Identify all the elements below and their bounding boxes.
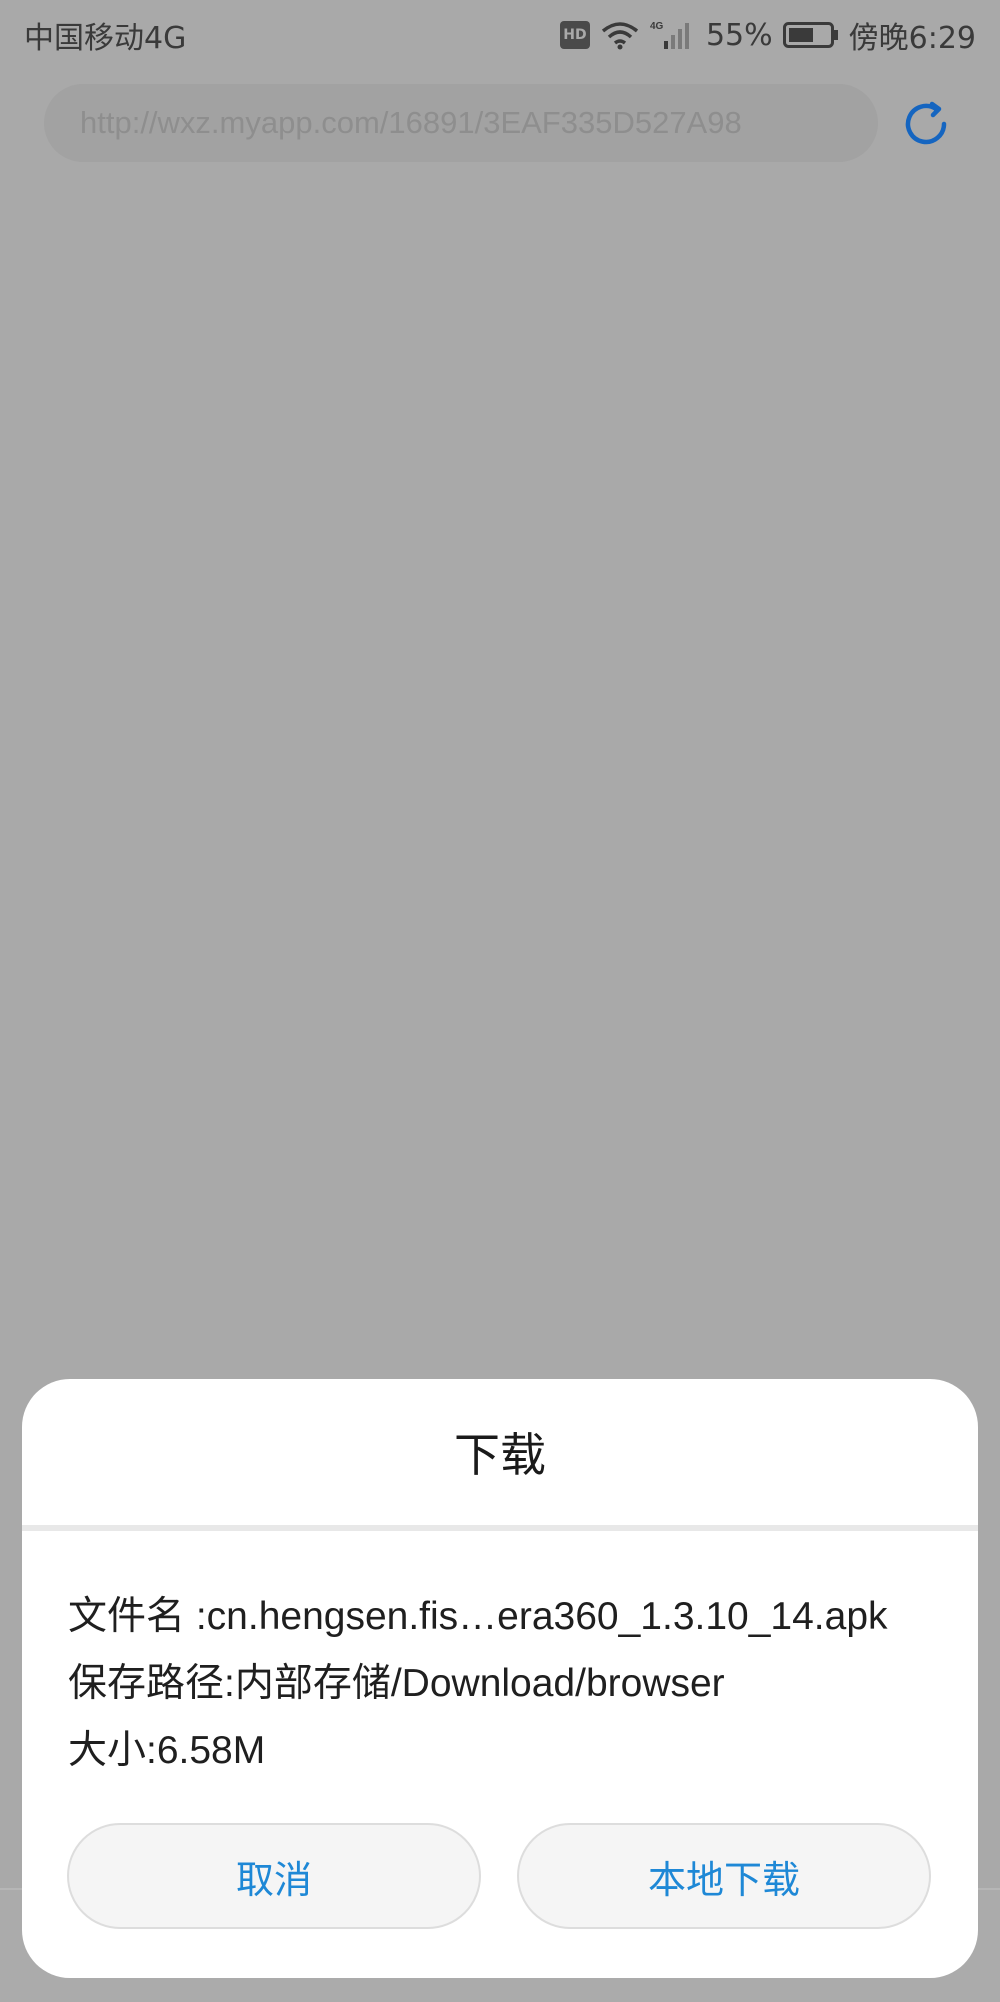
save-path-label[interactable]: 保存路径:内部存储/Download/browser — [68, 1652, 725, 1708]
refresh-icon[interactable] — [898, 96, 954, 152]
clock: 傍晚6:29 — [848, 21, 976, 56]
url-text: http://wxz.myapp.com/16891/3EAF335D527A9… — [80, 105, 742, 140]
dialog-divider — [22, 1525, 978, 1531]
network-type-label: 4G — [650, 21, 664, 32]
hd-icon: HD — [559, 21, 590, 49]
dialog-title: 下载 — [454, 1428, 546, 1482]
download-dialog: 下载 文件名 :cn.hengsen.fis…era360_1.3.10_14.… — [22, 1379, 978, 1978]
status-bar: 中国移动4G HD 4G 55% 傍晚6:29 — [0, 0, 1000, 70]
file-size-label: 大小:6.58M — [68, 1729, 266, 1772]
battery-percent: 55% — [705, 17, 773, 53]
status-indicators: HD 4G 55% 傍晚6:29 — [559, 13, 976, 57]
file-name-label: 文件名 :cn.hengsen.fis…era360_1.3.10_14.apk — [68, 1595, 888, 1638]
local-download-button[interactable]: 本地下载 — [517, 1823, 931, 1929]
wifi-icon — [600, 20, 640, 50]
carrier-label: 中国移动4G — [24, 21, 187, 56]
url-bar[interactable]: http://wxz.myapp.com/16891/3EAF335D527A9… — [44, 84, 878, 162]
signal-icon: 4G — [650, 19, 696, 51]
battery-icon — [782, 21, 839, 49]
cancel-button[interactable]: 取消 — [67, 1823, 481, 1929]
